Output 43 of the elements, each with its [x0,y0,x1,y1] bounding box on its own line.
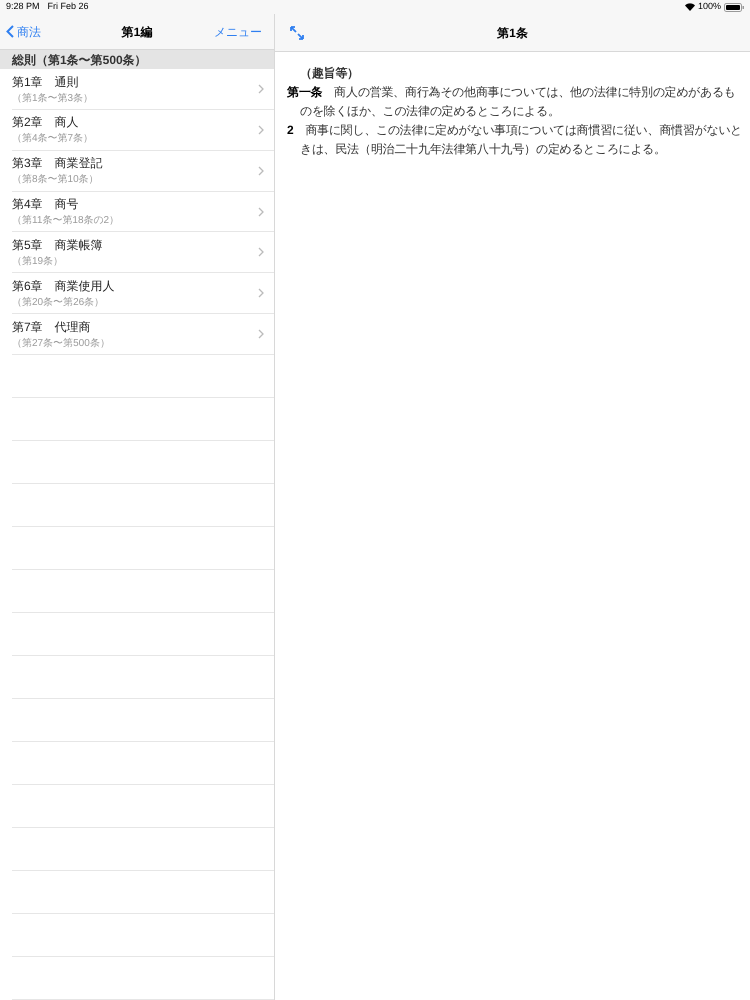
chevron-icon [258,84,264,94]
chapter-title: 第3章 商業登記 [12,155,104,172]
article-paragraph: 2 商事に関し、この法律に定めがない事項については商慣習に従い、商慣習がないときは、民法（明治二十九年法律第八十九号）の定めるところによる。 [287,122,743,158]
chapter-title: 第5章 商業帳簿 [12,236,104,254]
status-time: 9:28 PM [6,0,40,14]
section-header: 総則（第1条〜第500条） [0,50,274,70]
chapter-range: （第19条） [12,254,64,269]
chapter-row[interactable]: 第2章 商人 （第4条〜第7条） [12,110,274,151]
expand-icon[interactable] [289,24,305,40]
wifi-icon [684,3,695,11]
chapter-range: （第27条〜第500条） [12,336,111,351]
chapter-row[interactable]: 第4章 商号 （第11条〜第18条の2） [12,192,274,232]
chapter-row[interactable]: 第5章 商業帳簿 （第19条） [12,232,274,274]
chapter-range: （第20条〜第26条） [12,296,106,310]
article-caption: （趣旨等） [299,65,360,82]
chapter-title: 第1章 通則 [12,74,80,90]
back-button[interactable]: 商法 [6,22,41,41]
chapter-row[interactable]: 第6章 商業使用人 （第20条〜第26条） [12,273,274,314]
chapter-range: （第4条〜第7条） [12,132,94,146]
chevron-icon [258,124,264,135]
battery-percent: 100% [698,0,721,14]
chapter-range: （第1条〜第3条） [12,92,94,106]
menu-button[interactable]: メニュー [214,22,262,41]
back-chevron-icon [6,25,14,38]
chapter-title: 第6章 商業使用人 [12,278,116,295]
chapter-row[interactable]: 第1章 通則 （第1条〜第3条） [12,69,274,110]
nav-title: 第1編 [122,24,152,41]
chapter-title: 第7章 代理商 [12,318,92,336]
chevron-icon [258,247,264,258]
chapter-row[interactable]: 第3章 商業登記 （第8条〜第10条） [12,150,274,192]
chapter-row[interactable]: 第7章 代理商 （第27条〜第500条） [12,314,274,355]
chevron-icon [258,206,264,217]
article-paragraph: 第一条 商人の営業、商行為その他商事については、他の法律に特別の定めがあるものを除くほか、この法律の定めるところによる。 [287,84,736,120]
status-date: Fri Feb 26 [48,0,89,14]
chapter-title: 第2章 商人 [12,114,80,132]
battery-icon [724,2,744,12]
chevron-icon [258,329,264,340]
chapter-title: 第4章 商号 [12,196,80,214]
article-title: 第1条 [497,24,528,42]
chevron-icon [258,166,264,176]
chapter-range: （第8条〜第10条） [12,173,100,188]
chapter-range: （第11条〜第18条の2） [12,214,120,228]
chevron-icon [258,288,264,298]
